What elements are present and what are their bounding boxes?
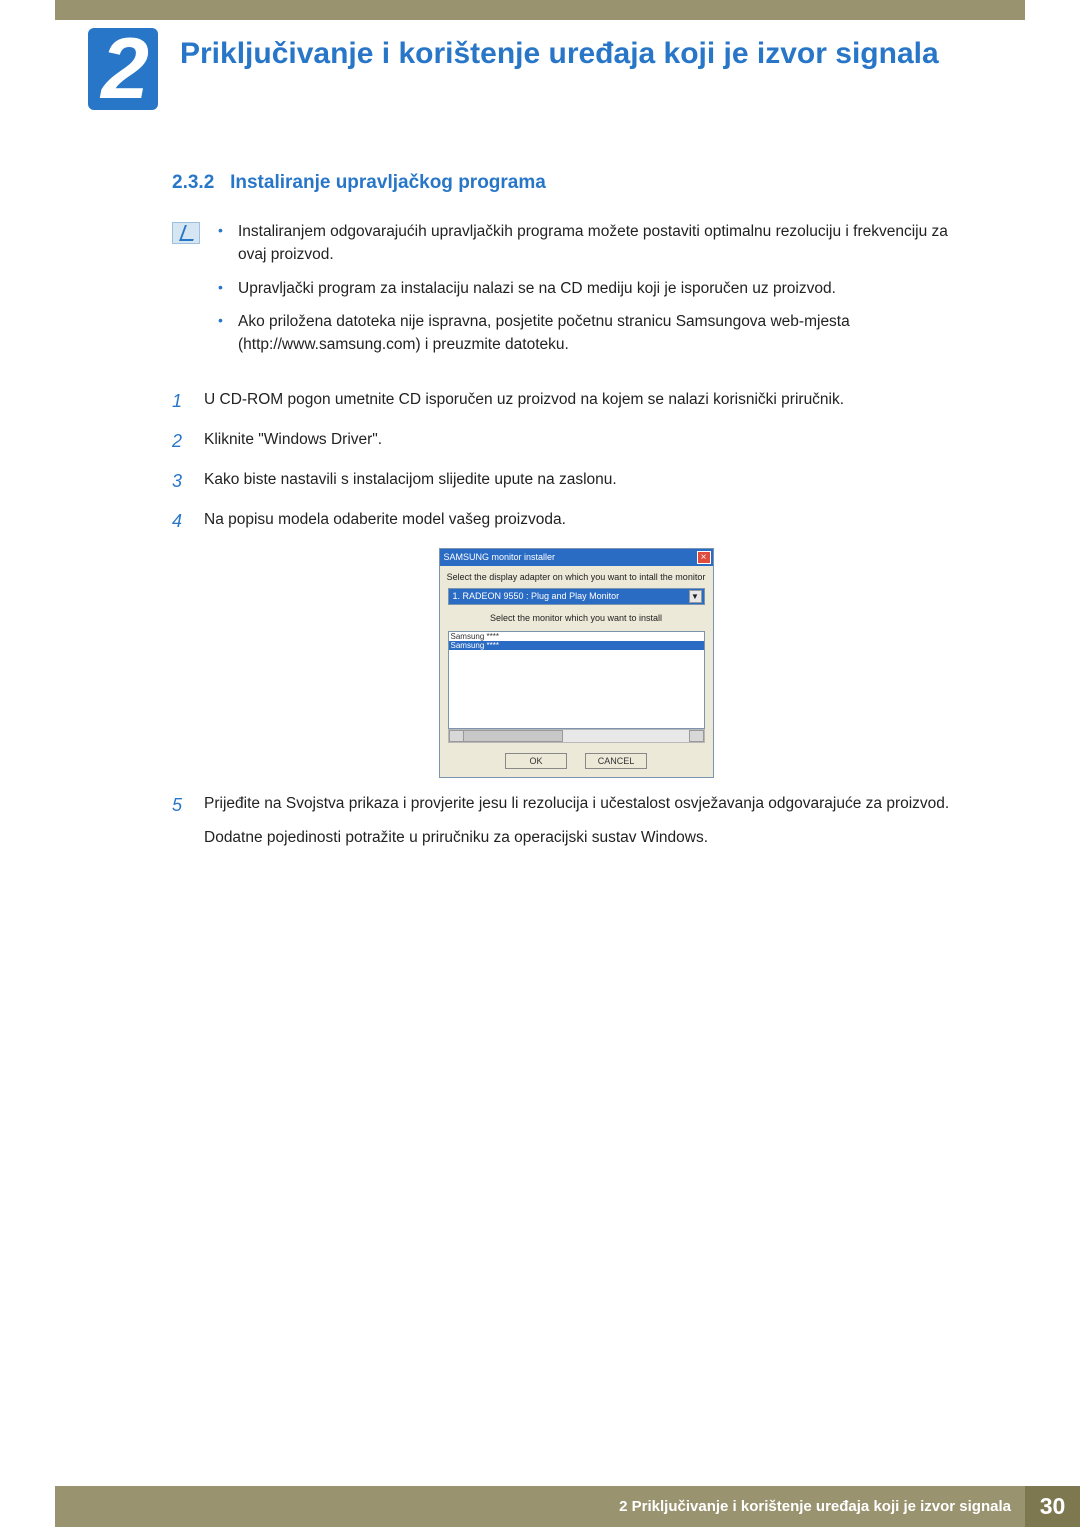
monitor-listbox: Samsung **** Samsung **** — [448, 631, 705, 729]
note-icon — [172, 222, 200, 244]
step-item: 3 Kako biste nastavili s instalacijom sl… — [172, 468, 980, 496]
section-number: 2.3.2 — [172, 172, 214, 193]
installer-title-text: SAMSUNG monitor installer — [444, 552, 556, 562]
chapter-title: Priključivanje i korištenje uređaja koji… — [180, 28, 939, 72]
installer-label-monitor: Select the monitor which you want to ins… — [440, 607, 713, 629]
top-banner — [55, 0, 1025, 20]
cancel-button: CANCEL — [585, 753, 647, 769]
step-number: 3 — [172, 468, 188, 496]
installer-label-adapter: Select the display adapter on which you … — [440, 566, 713, 588]
chapter-header: 2 Priključivanje i korištenje uređaja ko… — [0, 20, 1080, 110]
note-item: Ako priložena datoteka nije ispravna, po… — [218, 310, 980, 357]
step-item: 1 U CD-ROM pogon umetnite CD isporučen u… — [172, 388, 980, 416]
note-block: Instaliranjem odgovarajućih upravljačkih… — [172, 220, 980, 366]
chevron-down-icon: ▼ — [689, 590, 702, 603]
installer-titlebar: SAMSUNG monitor installer × — [440, 549, 713, 566]
step-text: Na popisu modela odaberite model vašeg p… — [204, 508, 980, 536]
page-footer: 2 Priključivanje i korištenje uređaja ko… — [0, 1486, 1080, 1527]
step-list-continued: 5 Prijeđite na Svojstva prikaza i provje… — [172, 792, 980, 850]
installer-button-row: OK CANCEL — [440, 751, 713, 769]
step-text: Kliknite "Windows Driver". — [204, 428, 980, 456]
step-number: 1 — [172, 388, 188, 416]
step-item: 4 Na popisu modela odaberite model vašeg… — [172, 508, 980, 536]
step-text-main: Prijeđite na Svojstva prikaza i provjeri… — [204, 795, 949, 812]
scrollbar-thumb — [463, 730, 563, 742]
section-title: Instaliranje upravljačkog programa — [230, 172, 546, 193]
step-number: 4 — [172, 508, 188, 536]
adapter-dropdown: 1. RADEON 9550 : Plug and Play Monitor ▼ — [448, 588, 705, 605]
section-heading: 2.3.2 Instaliranje upravljačkog programa — [172, 172, 980, 194]
step-list: 1 U CD-ROM pogon umetnite CD isporučen u… — [172, 388, 980, 536]
adapter-dropdown-value: 1. RADEON 9550 : Plug and Play Monitor — [453, 591, 620, 601]
note-item: Instaliranjem odgovarajućih upravljačkih… — [218, 220, 980, 267]
step-item: 5 Prijeđite na Svojstva prikaza i provje… — [172, 792, 980, 850]
list-item: Samsung **** — [449, 632, 704, 641]
footer-page-number: 30 — [1025, 1486, 1080, 1527]
section-body: 2.3.2 Instaliranje upravljačkog programa… — [0, 110, 1080, 850]
installer-screenshot: SAMSUNG monitor installer × Select the d… — [439, 548, 714, 778]
step-text-extra: Dodatne pojedinosti potražite u priručni… — [204, 826, 980, 850]
close-icon: × — [697, 551, 711, 564]
note-item: Upravljački program za instalaciju nalaz… — [218, 277, 980, 300]
footer-chapter-label: 2 Priključivanje i korištenje uređaja ko… — [55, 1486, 1025, 1527]
step-text: Prijeđite na Svojstva prikaza i provjeri… — [204, 792, 980, 850]
step-text: Kako biste nastavili s instalacijom slij… — [204, 468, 980, 496]
horizontal-scrollbar — [448, 729, 705, 743]
list-item: Samsung **** — [449, 641, 704, 650]
step-text: U CD-ROM pogon umetnite CD isporučen uz … — [204, 388, 980, 416]
note-list: Instaliranjem odgovarajućih upravljačkih… — [218, 220, 980, 366]
chapter-number-badge: 2 — [88, 28, 158, 110]
step-number: 2 — [172, 428, 188, 456]
step-number: 5 — [172, 792, 188, 850]
ok-button: OK — [505, 753, 567, 769]
step-item: 2 Kliknite "Windows Driver". — [172, 428, 980, 456]
